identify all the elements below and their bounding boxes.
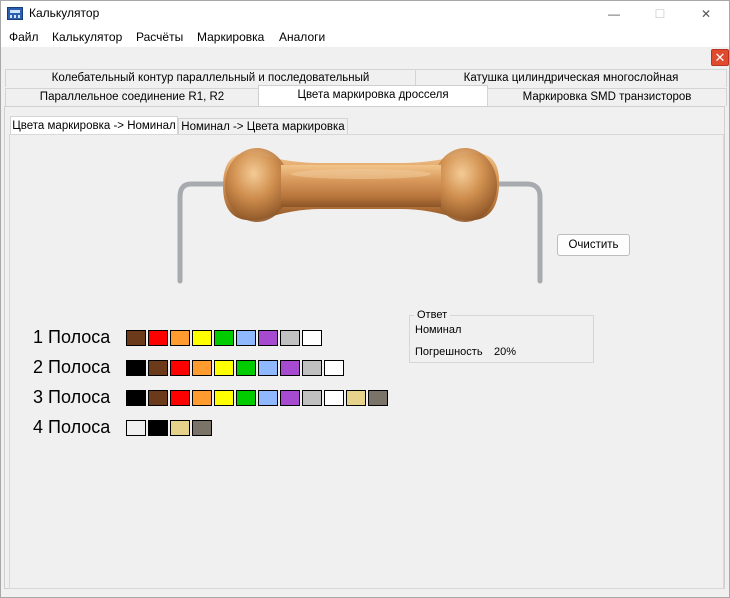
tab-smd-transistors[interactable]: Маркировка SMD транзисторов	[487, 88, 727, 106]
clear-button[interactable]: Очистить	[557, 234, 630, 256]
band-3-color-swatch[interactable]	[324, 390, 344, 406]
band-3-color-swatch[interactable]	[302, 390, 322, 406]
band-2-color-swatch[interactable]	[148, 360, 168, 376]
band-3-color-swatch[interactable]	[192, 390, 212, 406]
band-2-color-swatch[interactable]	[280, 360, 300, 376]
band-1-color-swatch[interactable]	[148, 330, 168, 346]
tolerance-value: 20%	[494, 346, 517, 358]
band-1-color-swatch[interactable]	[280, 330, 300, 346]
menu-bar: Файл Калькулятор Расчёты Маркировка Анал…	[1, 27, 729, 47]
band-2-color-swatch[interactable]	[302, 360, 322, 376]
menu-calculations[interactable]: Расчёты	[136, 30, 183, 44]
nominal-label: Номинал	[415, 324, 462, 336]
band-2-color-swatch[interactable]	[258, 360, 278, 376]
band-1-color-swatch[interactable]	[236, 330, 256, 346]
band-4-color-swatch[interactable]	[170, 420, 190, 436]
minimize-button[interactable]: —	[591, 1, 637, 27]
band-2-color-swatch[interactable]	[192, 360, 212, 376]
band-3-color-swatch[interactable]	[280, 390, 300, 406]
band-3-color-swatch[interactable]	[236, 390, 256, 406]
band-3-color-swatch[interactable]	[368, 390, 388, 406]
title-bar: Калькулятор — ☐ ✕	[1, 1, 729, 27]
band-3-color-swatch[interactable]	[126, 390, 146, 406]
band-4-color-swatch[interactable]	[126, 420, 146, 436]
tab-parallel-resistors[interactable]: Параллельное соединение R1, R2	[5, 88, 259, 106]
band-label-4: 4 Полоса	[33, 417, 111, 437]
subtab-colors-to-nominal[interactable]: Цвета маркировка -> Номинал	[10, 116, 178, 135]
tab-inductor-color-code[interactable]: Цвета маркировка дросселя	[258, 85, 488, 107]
band-1-color-swatch[interactable]	[192, 330, 212, 346]
band-3-color-swatch[interactable]	[170, 390, 190, 406]
band-4-color-swatch[interactable]	[192, 420, 212, 436]
band-4-color-swatch[interactable]	[148, 420, 168, 436]
band-2-color-swatch[interactable]	[126, 360, 146, 376]
band-1-color-swatch[interactable]	[214, 330, 234, 346]
band-2-color-swatch[interactable]	[214, 360, 234, 376]
maximize-button[interactable]: ☐	[637, 1, 683, 27]
band-1-color-swatch[interactable]	[302, 330, 322, 346]
answer-legend: Ответ	[414, 309, 451, 321]
inductor-image	[177, 148, 543, 284]
window-title: Калькулятор	[29, 6, 100, 20]
menu-file[interactable]: Файл	[9, 30, 39, 44]
band-1-color-swatch[interactable]	[258, 330, 278, 346]
band-1-color-swatch[interactable]	[126, 330, 146, 346]
close-window-button[interactable]: ✕	[683, 1, 729, 27]
band-label-2: 2 Полоса	[33, 357, 111, 377]
close-panel-button[interactable]: ✕	[711, 49, 729, 66]
band-3-color-swatch[interactable]	[214, 390, 234, 406]
band-2-color-swatch[interactable]	[324, 360, 344, 376]
menu-marking[interactable]: Маркировка	[197, 30, 264, 44]
tolerance-label: Погрешность	[415, 346, 483, 358]
menu-calculator[interactable]: Калькулятор	[52, 30, 122, 44]
menu-analogs[interactable]: Аналоги	[279, 30, 325, 44]
band-3-color-swatch[interactable]	[258, 390, 278, 406]
band-3-color-swatch[interactable]	[346, 390, 366, 406]
band-label-3: 3 Полоса	[33, 387, 111, 407]
band-3-color-swatch[interactable]	[148, 390, 168, 406]
app-window: Калькулятор — ☐ ✕ Файл Калькулятор Расчё…	[0, 0, 730, 598]
band-label-1: 1 Полоса	[33, 327, 111, 347]
calculator-icon	[7, 7, 23, 20]
band-2-color-swatch[interactable]	[170, 360, 190, 376]
band-1-color-swatch[interactable]	[170, 330, 190, 346]
subtab-nominal-to-colors[interactable]: Номинал -> Цвета маркировка	[178, 118, 348, 135]
band-2-color-swatch[interactable]	[236, 360, 256, 376]
